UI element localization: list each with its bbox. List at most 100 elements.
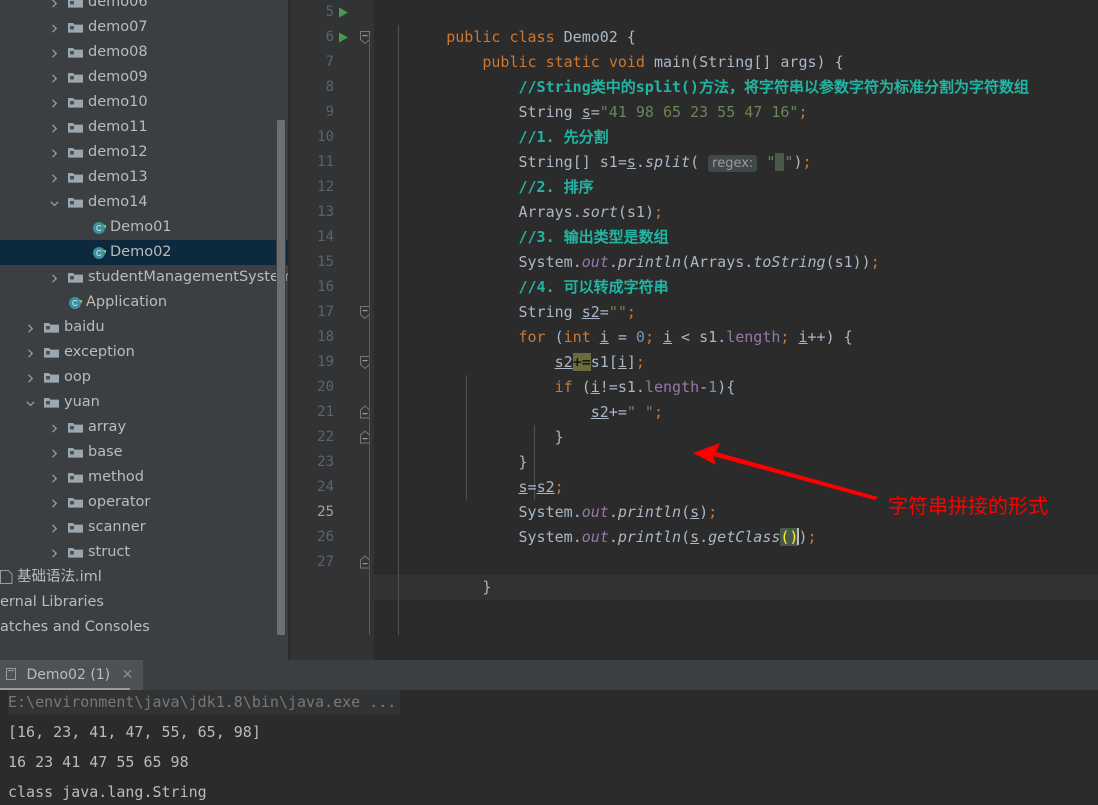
chevron-right-icon[interactable] [48,540,61,565]
chevron-right-icon[interactable] [48,265,61,290]
tree-item-atches-and-consoles[interactable]: atches and Consoles [0,615,290,640]
close-icon[interactable]: ✕ [122,667,134,683]
run-panel[interactable]: Demo02 (1) ✕ E:\environment\java\jdk1.8\… [0,660,1098,802]
chevron-right-icon[interactable] [48,465,61,490]
chevron-right-icon[interactable] [48,490,61,515]
chevron-down-icon[interactable] [48,190,61,215]
line-number-8[interactable]: 8 [290,75,334,100]
code-line-12[interactable]: Arrays.sort(s1); [374,175,1098,221]
code-line-18[interactable]: s2+=s1[i]; [374,325,1098,371]
tree-item-demo07[interactable]: demo07 [0,15,290,40]
chevron-right-icon[interactable] [48,415,61,440]
line-number-21[interactable]: 21 [290,400,334,425]
line-number-18[interactable]: 18 [290,325,334,350]
line-number-9[interactable]: 9 [290,100,334,125]
chevron-right-icon[interactable] [48,165,61,190]
gutter-rows[interactable]: 5 6 7 8 9 10 11 12 13 14 15 16 17 18 19 20 21 22 23 24 25 26 2… [290,0,374,660]
fold-open-icon[interactable] [358,350,374,375]
tree-item-exception[interactable]: exception [0,340,290,365]
chevron-right-icon[interactable] [24,365,37,390]
tree-item-yuan[interactable]: yuan [0,390,290,415]
tree-item-array[interactable]: array [0,415,290,440]
line-number-17[interactable]: 17 [290,300,334,325]
tree-item-base[interactable]: base [0,440,290,465]
code-line-5[interactable]: public class Demo02 { [374,0,1098,46]
code-editor[interactable]: public class Demo02 { public static void… [290,0,1098,660]
tree-item-application[interactable]: C Application [0,290,290,315]
tree-item-demo09[interactable]: demo09 [0,65,290,90]
line-number-26[interactable]: 26 [290,525,334,550]
code-line-26[interactable] [374,525,1098,550]
tree-item--iml[interactable]: 基础语法.iml [0,565,290,590]
fold-end-icon[interactable] [358,400,374,425]
chevron-right-icon[interactable] [48,90,61,115]
line-number-14[interactable]: 14 [290,225,334,250]
fold-end-icon[interactable] [358,550,374,575]
tree-item-demo01[interactable]: C Demo01 [0,215,290,240]
line-number-15[interactable]: 15 [290,250,334,275]
code-line-8[interactable]: String s="41 98 65 23 55 47 16"; [374,75,1098,121]
code-line-15[interactable]: //4. 可以转成字符串 [374,250,1098,296]
tree-item-demo06[interactable]: demo06 [0,0,290,15]
fold-end-icon[interactable] [358,425,374,450]
line-number-19[interactable]: 19 [290,350,334,375]
code-line-20[interactable]: s2+=" "; [374,375,1098,421]
tree-item-operator[interactable]: operator [0,490,290,515]
tree-item-demo10[interactable]: demo10 [0,90,290,115]
tree-item-oop[interactable]: oop [0,365,290,390]
tree-item-demo14[interactable]: demo14 [0,190,290,215]
line-number-24[interactable]: 24 [290,475,334,500]
chevron-right-icon[interactable] [48,0,61,15]
run-triangle-icon[interactable] [338,25,352,50]
tree-item-demo08[interactable]: demo08 [0,40,290,65]
sidebar-scrollbar-thumb[interactable] [277,120,285,635]
chevron-right-icon[interactable] [48,515,61,540]
run-tab-bar[interactable]: Demo02 (1) ✕ [0,660,1098,691]
line-number-23[interactable]: 23 [290,450,334,475]
tree-item-demo12[interactable]: demo12 [0,140,290,165]
tree-item-baidu[interactable]: baidu [0,315,290,340]
console-output[interactable]: E:\environment\java\jdk1.8\bin\java.exe … [0,690,1098,802]
tree-item-ernal-libraries[interactable]: ernal Libraries [0,590,290,615]
tree-item-studentmanagementsystem[interactable]: studentManagementSystem [0,265,290,290]
code-line-19[interactable]: if (i!=s1.length-1){ [374,350,1098,396]
line-number-13[interactable]: 13 [290,200,334,225]
code-line-17[interactable]: for (int i = 0; i < s1.length; i++) { [374,300,1098,346]
code-line-21[interactable]: } [374,400,1098,446]
fold-open-icon[interactable] [358,25,374,50]
run-triangle-icon[interactable] [338,0,352,25]
line-number-7[interactable]: 7 [290,50,334,75]
line-number-5[interactable]: 5 [290,0,334,25]
tree-item-method[interactable]: method [0,465,290,490]
line-number-6[interactable]: 6 [290,25,334,50]
project-tree-panel[interactable]: demo06 demo07 demo08 demo09 demo10 demo11 demo… [0,0,290,660]
project-tree[interactable]: demo06 demo07 demo08 demo09 demo10 demo11 demo… [0,0,290,640]
code-line-16[interactable]: String s2=""; [374,275,1098,321]
tree-item-demo02[interactable]: C Demo02 [0,240,290,265]
line-number-16[interactable]: 16 [290,275,334,300]
tree-item-demo11[interactable]: demo11 [0,115,290,140]
code-content[interactable]: public class Demo02 { public static void… [374,0,1098,660]
code-line-9[interactable]: //1. 先分割 [374,100,1098,146]
chevron-right-icon[interactable] [48,440,61,465]
line-number-22[interactable]: 22 [290,425,334,450]
code-line-13[interactable]: //3. 输出类型是数组 [374,200,1098,246]
line-number-10[interactable]: 10 [290,125,334,150]
chevron-right-icon[interactable] [48,40,61,65]
chevron-right-icon[interactable] [24,315,37,340]
chevron-right-icon[interactable] [48,65,61,90]
line-number-12[interactable]: 12 [290,175,334,200]
chevron-right-icon[interactable] [48,15,61,40]
code-line-14[interactable]: System.out.println(Arrays.toString(s1)); [374,225,1098,271]
code-line-27[interactable]: } [374,550,1098,596]
line-number-25[interactable]: 25 [290,500,334,525]
line-number-27[interactable]: 27 [290,550,334,575]
chevron-right-icon[interactable] [48,140,61,165]
code-line-7[interactable]: //String类中的split()方法，将字符串以参数字符为标准分割为字符数组 [374,50,1098,96]
tree-item-struct[interactable]: struct [0,540,290,565]
code-line-10[interactable]: String[] s1=s.split( regex: " "); [374,125,1098,172]
line-number-20[interactable]: 20 [290,375,334,400]
chevron-right-icon[interactable] [24,340,37,365]
fold-open-icon[interactable] [358,300,374,325]
line-number-11[interactable]: 11 [290,150,334,175]
